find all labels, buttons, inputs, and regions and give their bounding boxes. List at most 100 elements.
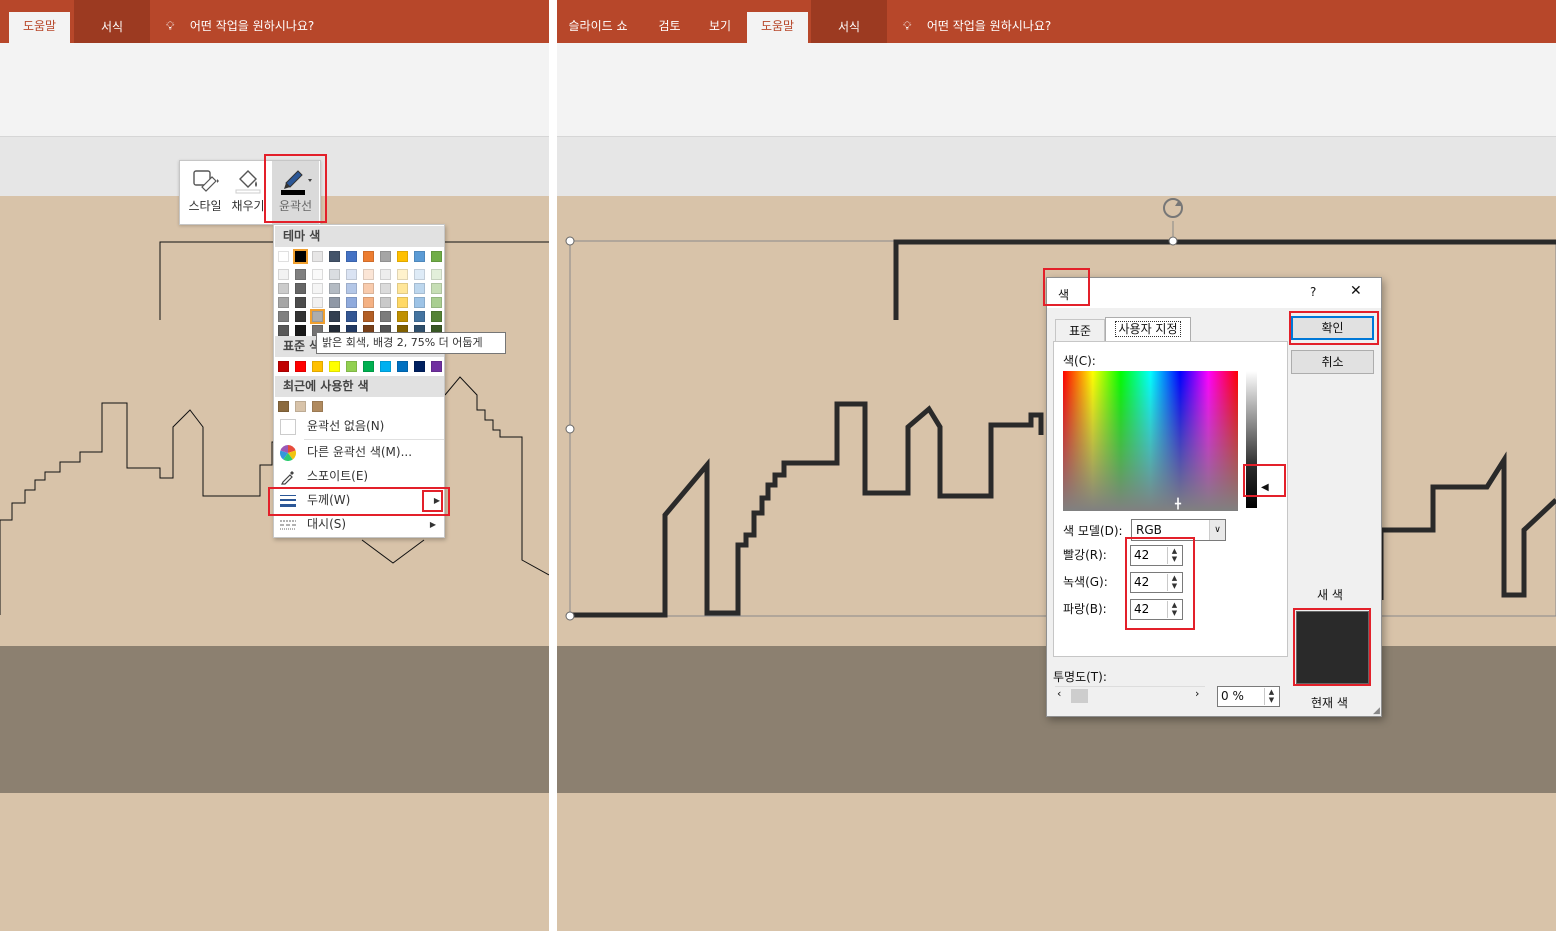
scroll-left-icon[interactable]: ‹ bbox=[1057, 687, 1061, 700]
theme-shade-swatch[interactable] bbox=[295, 297, 306, 308]
resize-handle-sw bbox=[565, 611, 575, 621]
menu-divider bbox=[304, 439, 444, 440]
theme-shade-swatch[interactable] bbox=[295, 283, 306, 294]
theme-shade-swatch[interactable] bbox=[431, 311, 442, 322]
transparency-slider[interactable]: ‹ › bbox=[1055, 686, 1205, 703]
dash-style-icon bbox=[280, 520, 296, 530]
theme-shade-swatch[interactable] bbox=[346, 269, 357, 280]
recent-color-swatch[interactable] bbox=[312, 401, 323, 412]
standard-color-swatch[interactable] bbox=[295, 361, 306, 372]
theme-color-swatch[interactable] bbox=[363, 251, 374, 262]
theme-shade-swatch[interactable] bbox=[278, 297, 289, 308]
theme-shade-swatch[interactable] bbox=[346, 297, 357, 308]
theme-shade-swatch[interactable] bbox=[380, 269, 391, 280]
recent-color-swatch[interactable] bbox=[278, 401, 289, 412]
theme-shade-swatch[interactable] bbox=[414, 269, 425, 280]
standard-color-swatch[interactable] bbox=[380, 361, 391, 372]
swatch-tooltip: 밝은 회색, 배경 2, 75% 더 어둡게 bbox=[316, 332, 506, 354]
theme-color-swatch[interactable] bbox=[293, 249, 308, 264]
theme-shade-swatch[interactable] bbox=[414, 297, 425, 308]
help-button[interactable]: ? bbox=[1310, 285, 1316, 299]
theme-shade-swatch[interactable] bbox=[278, 269, 289, 280]
no-outline-item[interactable]: 윤곽선 없음(N) bbox=[275, 415, 444, 438]
skyline-left-segment bbox=[570, 401, 1044, 618]
transparency-input[interactable]: 0 % ▲ ▼ bbox=[1217, 686, 1280, 707]
theme-shade-swatch[interactable] bbox=[397, 297, 408, 308]
resize-handle-nw bbox=[565, 236, 575, 246]
theme-shade-swatch[interactable] bbox=[278, 311, 289, 322]
highlight-weight-arrow bbox=[422, 490, 443, 512]
theme-shade-swatch[interactable] bbox=[310, 309, 325, 324]
theme-color-swatch[interactable] bbox=[346, 251, 357, 262]
theme-color-swatch[interactable] bbox=[329, 251, 340, 262]
eyedropper-item[interactable]: 스포이트(E) bbox=[275, 465, 444, 488]
color-spectrum-picker[interactable]: ╋ bbox=[1063, 371, 1238, 511]
theme-color-swatch[interactable] bbox=[414, 251, 425, 262]
theme-shade-swatch[interactable] bbox=[363, 311, 374, 322]
resize-grip-icon[interactable]: ◢ bbox=[1373, 706, 1380, 716]
theme-shade-swatch[interactable] bbox=[329, 311, 340, 322]
rotate-handle-icon bbox=[1163, 198, 1183, 218]
theme-shade-swatch[interactable] bbox=[431, 283, 442, 294]
theme-shade-swatch[interactable] bbox=[397, 269, 408, 280]
more-outline-colors-item[interactable]: 다른 윤곽선 색(M)... bbox=[275, 441, 444, 464]
theme-color-swatch[interactable] bbox=[397, 251, 408, 262]
theme-shade-swatch[interactable] bbox=[397, 311, 408, 322]
theme-shade-swatch[interactable] bbox=[346, 311, 357, 322]
theme-shade-swatch[interactable] bbox=[295, 325, 306, 336]
theme-shade-swatch[interactable] bbox=[431, 297, 442, 308]
standard-color-swatch[interactable] bbox=[414, 361, 425, 372]
theme-shade-swatch[interactable] bbox=[346, 283, 357, 294]
fill-button[interactable]: 채우기 bbox=[228, 161, 268, 224]
theme-shade-swatch[interactable] bbox=[278, 325, 289, 336]
theme-shade-swatch[interactable] bbox=[329, 269, 340, 280]
theme-color-swatch[interactable] bbox=[312, 251, 323, 262]
blue-label: 파랑(B): bbox=[1063, 602, 1107, 616]
close-button[interactable]: ✕ bbox=[1350, 283, 1362, 299]
tab-custom[interactable]: 사용자 지정 bbox=[1105, 317, 1191, 341]
theme-shade-swatch[interactable] bbox=[414, 311, 425, 322]
spin-arrows-icon[interactable]: ▲ ▼ bbox=[1264, 688, 1278, 705]
skyline-right-segment bbox=[1378, 451, 1556, 600]
recent-color-swatch[interactable] bbox=[295, 401, 306, 412]
theme-shade-swatch[interactable] bbox=[380, 283, 391, 294]
theme-shade-swatch[interactable] bbox=[295, 311, 306, 322]
slider-thumb[interactable] bbox=[1071, 689, 1088, 703]
standard-color-swatch[interactable] bbox=[431, 361, 442, 372]
standard-color-swatch[interactable] bbox=[397, 361, 408, 372]
theme-color-swatch[interactable] bbox=[278, 251, 289, 262]
theme-shade-swatch[interactable] bbox=[329, 283, 340, 294]
green-label: 녹색(G): bbox=[1063, 575, 1108, 589]
tab-standard[interactable]: 표준 bbox=[1055, 319, 1105, 341]
theme-shade-swatch[interactable] bbox=[363, 297, 374, 308]
standard-color-swatch[interactable] bbox=[329, 361, 340, 372]
theme-shade-swatch[interactable] bbox=[312, 283, 323, 294]
theme-color-swatch[interactable] bbox=[380, 251, 391, 262]
theme-shade-swatch[interactable] bbox=[363, 283, 374, 294]
theme-shade-swatch[interactable] bbox=[380, 311, 391, 322]
skyline-right-segment bbox=[444, 376, 549, 576]
scroll-right-icon[interactable]: › bbox=[1195, 687, 1199, 700]
cancel-button[interactable]: 취소 bbox=[1291, 350, 1374, 374]
standard-color-swatch[interactable] bbox=[278, 361, 289, 372]
theme-shade-swatch[interactable] bbox=[363, 269, 374, 280]
theme-color-swatch[interactable] bbox=[431, 251, 442, 262]
colors-label: 색(C): bbox=[1063, 354, 1096, 368]
theme-shade-swatch[interactable] bbox=[397, 283, 408, 294]
standard-color-swatch[interactable] bbox=[312, 361, 323, 372]
standard-color-swatch[interactable] bbox=[346, 361, 357, 372]
theme-shade-swatch[interactable] bbox=[380, 297, 391, 308]
theme-shade-swatch[interactable] bbox=[295, 269, 306, 280]
fill-label: 채우기 bbox=[231, 199, 265, 213]
theme-shade-swatch[interactable] bbox=[312, 269, 323, 280]
style-button[interactable]: 스타일 bbox=[184, 161, 226, 224]
theme-shade-swatch[interactable] bbox=[329, 297, 340, 308]
theme-shade-swatch[interactable] bbox=[431, 269, 442, 280]
theme-shade-swatch[interactable] bbox=[312, 297, 323, 308]
highlight-rgb-inputs bbox=[1125, 537, 1195, 630]
standard-color-swatch[interactable] bbox=[363, 361, 374, 372]
paint-bucket-icon bbox=[235, 170, 261, 194]
theme-shade-swatch[interactable] bbox=[278, 283, 289, 294]
dashes-item[interactable]: 대시(S) ▶ bbox=[275, 513, 444, 536]
theme-shade-swatch[interactable] bbox=[414, 283, 425, 294]
